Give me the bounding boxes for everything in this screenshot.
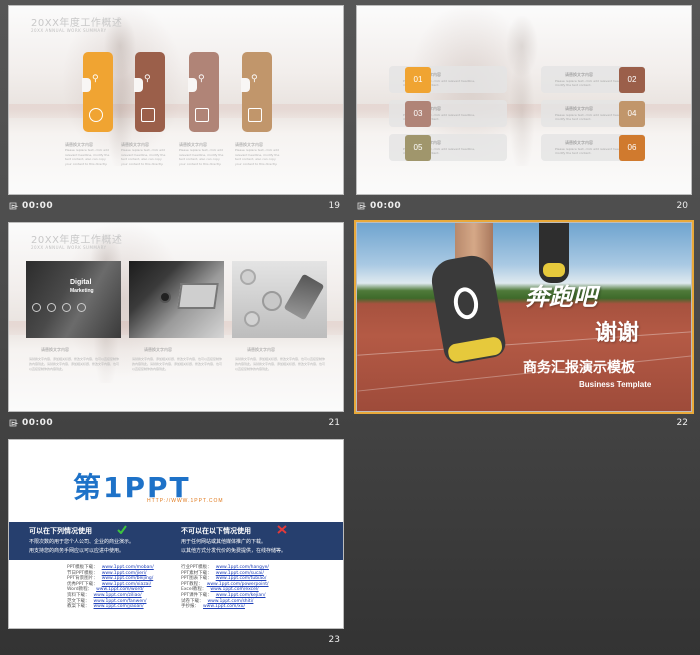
resource-link[interactable]: www.1ppt.com/xu/ — [203, 604, 245, 609]
slide-transition-icon[interactable] — [357, 202, 367, 211]
cannot-use-item: 用于任何网站或其他媒体推广的下载。 — [181, 539, 267, 545]
photo-description: 请替换文字内容，添加相关标题，修改文字内容，也可以直接复制你的内容到此。请替换文… — [132, 357, 223, 371]
number-box-03: 03 — [405, 101, 431, 127]
slide-21-thumbnail[interactable]: 20XX年度工作概述 20XX ANNUAL WORK SUMMARY Digi… — [8, 222, 344, 412]
resource-link[interactable]: www.1ppt.com/jiaoan/ — [94, 604, 144, 609]
circle-icon — [77, 303, 86, 312]
coffee-cup-shape — [159, 291, 171, 303]
running-shoe-back — [539, 223, 569, 283]
step-description: Please replace text, click add relevant … — [65, 148, 110, 166]
laptop-desk-photo — [129, 261, 224, 338]
slide-timing: 00:00 — [370, 201, 402, 211]
slide-22-thumbnail[interactable]: 奔跑吧 谢谢 商务汇报演示模板 Business Template — [354, 220, 694, 414]
can-use-item: 不限次数的用于您个人公司、企业的商业演示。 — [29, 539, 135, 545]
craft-supplies-photo — [232, 261, 327, 338]
laptop-shape — [177, 283, 219, 309]
cross-icon — [277, 525, 287, 534]
photo-caption: 请替换文字内容 — [247, 347, 275, 352]
resource-link-label: 手抄报： — [181, 604, 199, 610]
slide-timing: 00:00 — [22, 201, 54, 211]
thanks-text: 谢谢 — [595, 321, 640, 346]
digital-marketing-photo: Digital Marketing — [26, 261, 121, 338]
photo-caption: 请替换文字内容 — [41, 347, 69, 352]
step-tab-3: ⚲ — [188, 52, 219, 132]
number-box-01: 01 — [405, 67, 431, 93]
check-icon — [117, 525, 127, 534]
slide-20-meta: 00:00 20 — [356, 200, 692, 216]
slide-21-meta: 00:00 21 — [8, 417, 344, 433]
circle-icon — [32, 303, 41, 312]
headline-text: 奔跑吧 — [525, 283, 597, 311]
circle-icon — [47, 303, 56, 312]
slide-subtitle: 20XX ANNUAL WORK SUMMARY — [31, 28, 107, 33]
can-use-title: 可以在下列情况使用 — [29, 527, 92, 535]
step-description: Please replace text, click add relevant … — [121, 148, 166, 166]
slide-number: 22 — [676, 418, 688, 428]
slide-number: 20 — [676, 201, 688, 211]
monitor-icon — [195, 108, 209, 122]
document-icon — [248, 108, 262, 122]
runner-icon: ⚲ — [198, 74, 205, 84]
can-use-item: 用支持您的商务手网应以可以应进中使用。 — [29, 548, 125, 554]
slide-number: 23 — [328, 635, 340, 645]
usage-terms-panel: 可以在下列情况使用 不限次数的用于您个人公司、企业的商业演示。 用支持您的商务手… — [9, 522, 343, 560]
cannot-use-title: 不可以在以下情况使用 — [181, 527, 251, 535]
chart-icon — [141, 108, 155, 122]
resource-link-row: 教案下载： www.1ppt.com/jiaoan/ — [67, 603, 144, 609]
photo-description: 请替换文字内容，添加相关标题，修改文字内容，也可以直接复制你的内容到此。请替换文… — [235, 357, 326, 371]
runner-icon: ⚲ — [251, 74, 258, 84]
number-box-04: 04 — [619, 101, 645, 127]
slide-transition-icon[interactable] — [9, 419, 19, 428]
slide-22-meta: 22 — [356, 417, 692, 433]
slide-title: 20XX年度工作概述 — [31, 235, 123, 246]
1ppt-logo: 第1PPT HTTP://WWW.1PPT.COM — [73, 466, 223, 504]
slide-23-meta: 23 — [8, 634, 344, 650]
slide-background — [9, 6, 343, 194]
business-template-text: Business Template — [579, 380, 652, 389]
slide-subtitle: 20XX ANNUAL WORK SUMMARY — [31, 245, 107, 250]
template-subtitle: 商务汇报演示模板 — [523, 360, 635, 376]
step-tab-4: ⚲ — [241, 52, 272, 132]
slide-title: 20XX年度工作概述 — [31, 18, 123, 29]
slide-number: 21 — [328, 418, 340, 428]
runner-icon: ⚲ — [92, 74, 99, 84]
cannot-use-item: 以其他方式分发代价的免费提供，在线存储等。 — [181, 548, 287, 554]
slide-number: 19 — [328, 201, 340, 211]
logo-url: HTTP://WWW.1PPT.COM — [147, 498, 224, 504]
slide-23-thumbnail[interactable]: 第1PPT HTTP://WWW.1PPT.COM 可以在下列情况使用 不限次数… — [8, 439, 344, 629]
person-icon — [89, 108, 103, 122]
photo-description: 请替换文字内容，添加相关标题，修改文字内容，也可以直接复制你的内容到此。请替换文… — [29, 357, 120, 371]
photo-caption: 请替换文字内容 — [144, 347, 172, 352]
circle-icon — [62, 303, 71, 312]
number-box-06: 06 — [619, 135, 645, 161]
number-box-05: 05 — [405, 135, 431, 161]
step-tab-1: ⚲ — [82, 52, 113, 132]
resource-link-row: 手抄报： www.1ppt.com/xu/ — [181, 603, 245, 609]
number-box-02: 02 — [619, 67, 645, 93]
step-tab-2: ⚲ — [134, 52, 165, 132]
slide-timing: 00:00 — [22, 418, 54, 428]
slide-transition-icon[interactable] — [9, 202, 19, 211]
slide-19-meta: 00:00 19 — [8, 200, 344, 216]
slide-20-thumbnail[interactable]: 请替换文字内容Please replace text, click add re… — [356, 5, 692, 195]
step-description: Please replace text, click add relevant … — [235, 148, 280, 166]
slide-19-thumbnail[interactable]: 20XX年度工作概述 20XX ANNUAL WORK SUMMARY ⚲ ⚲ … — [8, 5, 344, 195]
step-description: Please replace text, click add relevant … — [179, 148, 224, 166]
resource-link-label: 教案下载： — [67, 604, 90, 610]
runner-icon: ⚲ — [144, 74, 151, 84]
